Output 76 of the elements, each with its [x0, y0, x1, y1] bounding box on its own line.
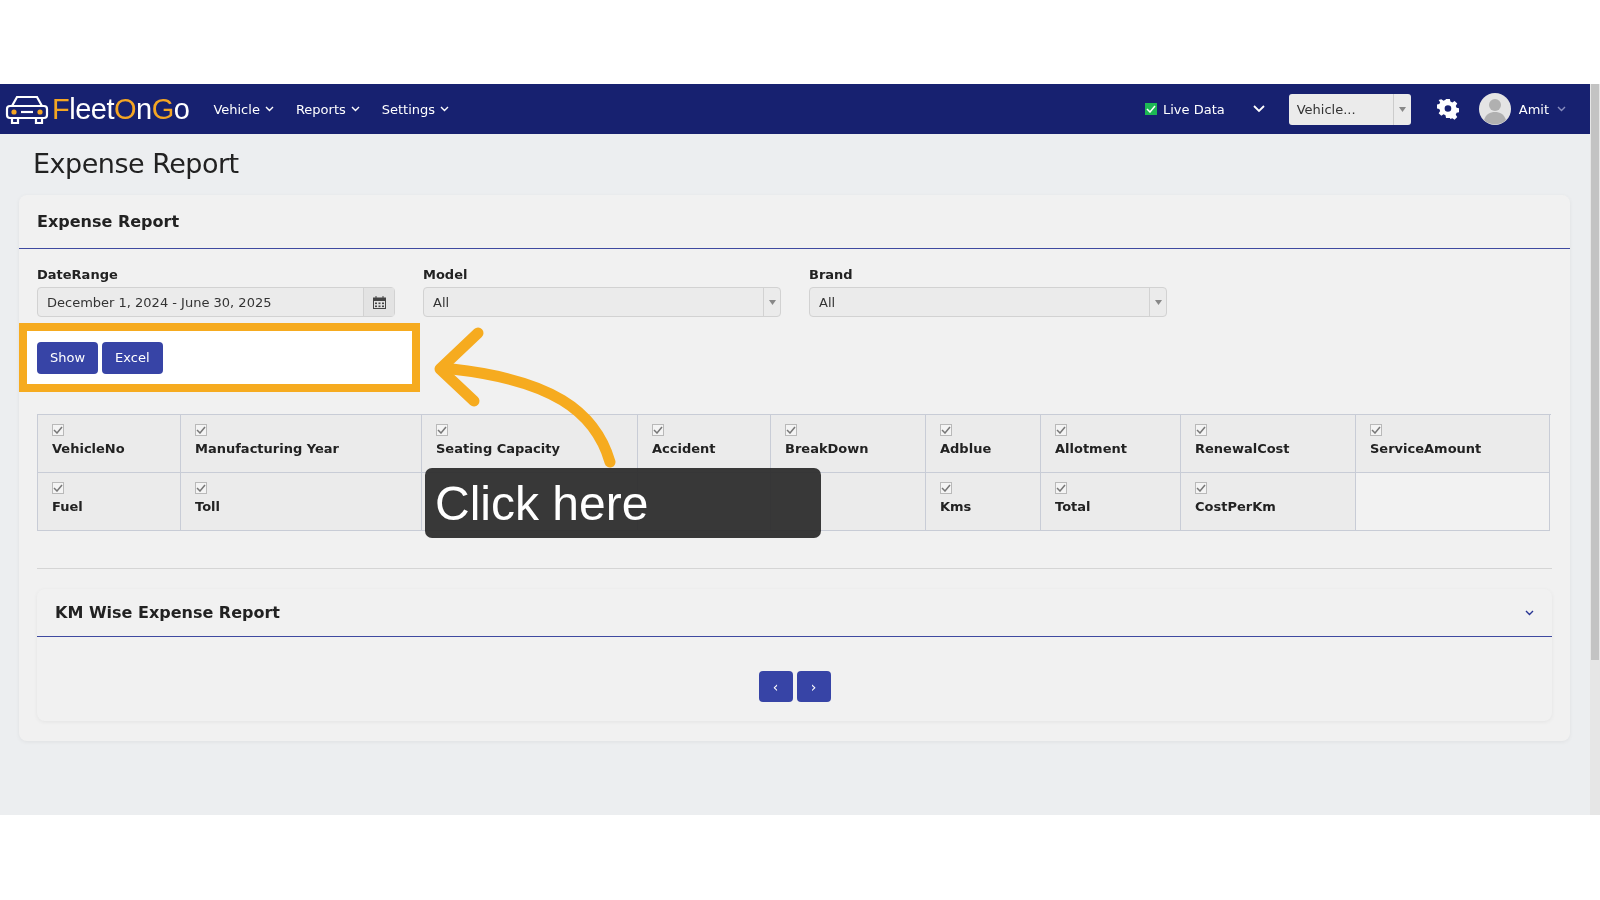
- dropdown-toggle[interactable]: [1252, 105, 1265, 113]
- scrollbar-thumb[interactable]: [1591, 84, 1599, 660]
- action-button[interactable]: Excel: [102, 341, 163, 374]
- collapse-toggle[interactable]: [1525, 609, 1534, 616]
- checkbox[interactable]: [1370, 424, 1382, 436]
- column-option[interactable]: VehicleNo: [38, 415, 181, 473]
- option-label: CostPerKm: [1195, 499, 1276, 514]
- vehicle-select[interactable]: Vehicle...: [1288, 93, 1411, 125]
- select-field[interactable]: All: [809, 287, 1167, 317]
- checkbox[interactable]: [652, 424, 664, 436]
- column-option[interactable]: ServiceAmount: [1356, 415, 1550, 473]
- nav-menu[interactable]: Vehicle: [213, 101, 274, 117]
- nav-menu[interactable]: Settings: [381, 101, 450, 117]
- checkbox[interactable]: [195, 424, 207, 436]
- avatar-icon[interactable]: [1478, 93, 1511, 125]
- checkbox[interactable]: [52, 482, 64, 494]
- column-option[interactable]: BreakDown: [771, 415, 926, 473]
- option-label: Toll: [195, 499, 220, 514]
- tooltip: Click here: [425, 468, 821, 538]
- caret-icon: [440, 106, 450, 112]
- checkbox[interactable]: [1145, 103, 1157, 115]
- card-title: KM Wise Expense Report: [55, 603, 280, 622]
- column-option[interactable]: Toll: [181, 473, 422, 531]
- option-label: RenewalCost: [1195, 441, 1290, 456]
- column-option[interactable]: Total: [1041, 473, 1181, 531]
- column-option[interactable]: CostPerKm: [1181, 473, 1356, 531]
- checkbox[interactable]: [940, 424, 952, 436]
- scrollbar[interactable]: [1590, 84, 1600, 815]
- caret-icon: [1154, 299, 1162, 305]
- column-option[interactable]: RenewalCost: [1181, 415, 1356, 473]
- option-label: Kms: [940, 499, 972, 514]
- checkbox[interactable]: [1195, 424, 1207, 436]
- field-label: Model: [423, 267, 469, 282]
- caret-icon: [768, 299, 776, 305]
- checkbox[interactable]: [1195, 482, 1207, 494]
- action-button[interactable]: Show: [37, 341, 99, 374]
- nav-menu[interactable]: Reports: [295, 101, 360, 117]
- checkbox[interactable]: [52, 424, 64, 436]
- checkbox[interactable]: [1055, 424, 1067, 436]
- caret-icon: [264, 106, 274, 112]
- user-menu[interactable]: Amit: [1518, 101, 1566, 117]
- caret-icon: [350, 106, 360, 112]
- date-range-field[interactable]: December 1, 2024 - June 30, 2025: [37, 287, 395, 317]
- page-title: Expense Report: [33, 148, 240, 179]
- checkbox[interactable]: [436, 424, 448, 436]
- option-label: Manufacturing Year: [195, 441, 339, 456]
- pager-button[interactable]: ›: [796, 671, 831, 702]
- option-label: Accident: [652, 441, 716, 456]
- checkbox[interactable]: [785, 424, 797, 436]
- logo-text: FleetOnGo: [52, 92, 190, 126]
- checkbox[interactable]: [940, 482, 952, 494]
- select-field[interactable]: All: [423, 287, 781, 317]
- column-option[interactable]: Manufacturing Year: [181, 415, 422, 473]
- field-label: Brand: [809, 267, 854, 282]
- column-option[interactable]: Kms: [926, 473, 1041, 531]
- checkbox[interactable]: [1055, 482, 1067, 494]
- live-data-toggle[interactable]: Live Data: [1145, 101, 1225, 117]
- column-option[interactable]: Fuel: [38, 473, 181, 531]
- option-label: Adblue: [940, 441, 992, 456]
- field-label: DateRange: [37, 267, 119, 282]
- pager-button[interactable]: ‹: [758, 671, 793, 702]
- option-label: Total: [1055, 499, 1091, 514]
- option-label: Allotment: [1055, 441, 1127, 456]
- column-option[interactable]: Allotment: [1041, 415, 1181, 473]
- card-title: Expense Report: [37, 212, 181, 231]
- caret-icon: [1398, 106, 1406, 112]
- checkbox[interactable]: [195, 482, 207, 494]
- option-label: Seating Capacity: [436, 441, 560, 456]
- option-label: ServiceAmount: [1370, 441, 1482, 456]
- column-option[interactable]: Adblue: [926, 415, 1041, 473]
- option-label: Fuel: [52, 499, 83, 514]
- caret-icon: [1557, 106, 1566, 112]
- option-label: VehicleNo: [52, 441, 125, 456]
- option-label: BreakDown: [785, 441, 869, 456]
- settings-icon[interactable]: [1436, 98, 1459, 120]
- calendar-icon[interactable]: [363, 288, 394, 316]
